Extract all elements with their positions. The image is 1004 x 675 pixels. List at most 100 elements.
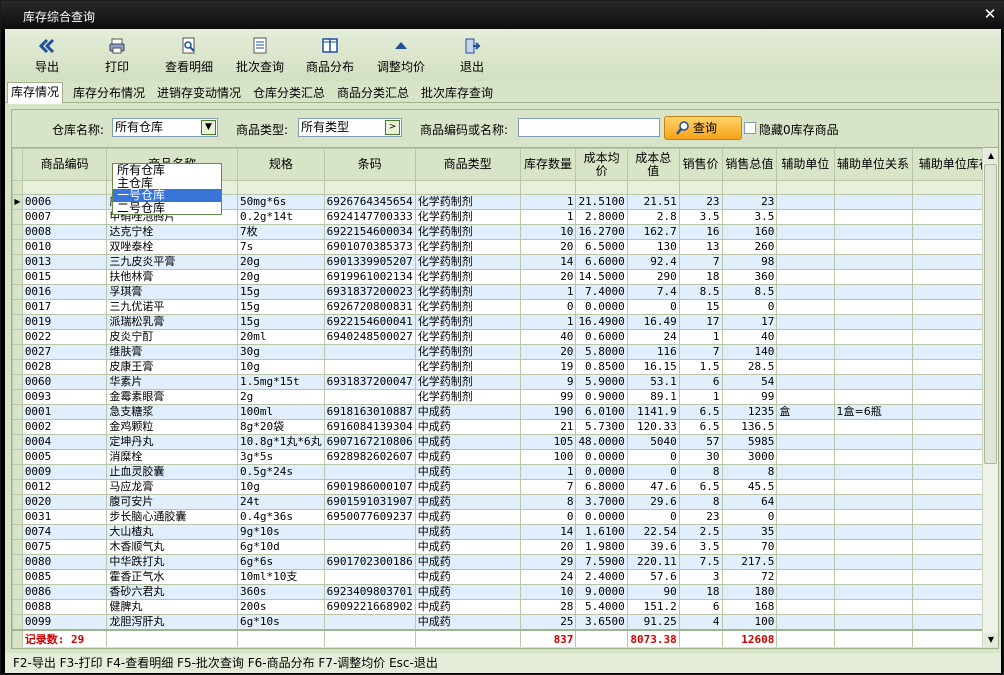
table-cell[interactable]: 0.0000 — [575, 449, 628, 465]
table-row[interactable]: 0031 步长脑心通胶囊 0.4g*36s 6950077609237 中成药 0 0.00… — [12, 509, 998, 525]
table-cell[interactable]: 6901339905207 — [323, 254, 416, 270]
tab-inventory-status[interactable]: 库存情况 — [7, 82, 64, 104]
table-cell[interactable]: 6.0100 — [575, 404, 628, 420]
table-cell[interactable]: 健脾丸 — [106, 599, 239, 615]
table-cell[interactable] — [833, 494, 913, 510]
table-cell[interactable]: 116 — [626, 344, 680, 360]
table-cell[interactable]: 1.9800 — [575, 539, 628, 555]
table-cell[interactable]: 260 — [721, 239, 778, 255]
table-cell[interactable]: 6.5 — [678, 404, 723, 420]
table-cell[interactable]: 18 — [678, 269, 723, 285]
table-cell[interactable]: 0019 — [21, 314, 108, 330]
table-cell[interactable]: 3.6500 — [575, 614, 628, 631]
table-cell[interactable]: 6926764345654 — [323, 194, 416, 210]
table-cell[interactable]: 24t — [237, 494, 325, 510]
table-cell[interactable]: 0020 — [21, 494, 108, 510]
table-cell[interactable] — [776, 554, 835, 570]
table-cell[interactable] — [776, 269, 835, 285]
table-cell[interactable]: 大山楂丸 — [106, 524, 239, 540]
table-cell[interactable]: 5040 — [626, 434, 680, 450]
table-cell[interactable]: 70 — [721, 539, 778, 555]
table-cell[interactable]: 2.4000 — [575, 569, 628, 585]
table-cell[interactable] — [323, 344, 416, 360]
table-cell[interactable]: 木香顺气丸 — [106, 539, 239, 555]
table-cell[interactable]: 中成药 — [414, 554, 521, 570]
column-header[interactable]: 销售总值 — [721, 148, 778, 181]
tab-inventory-distribution[interactable]: 库存分布情况 — [69, 83, 149, 103]
table-cell[interactable]: 9.0000 — [575, 584, 628, 600]
table-cell[interactable]: 6901986000107 — [323, 479, 416, 495]
table-cell[interactable]: 0007 — [21, 209, 108, 225]
table-cell[interactable]: 化学药制剂 — [414, 254, 521, 270]
table-cell[interactable]: 中成药 — [414, 569, 521, 585]
table-cell[interactable]: 0088 — [21, 599, 108, 615]
table-cell[interactable]: 6918163010887 — [323, 404, 416, 420]
table-cell[interactable]: 0 — [519, 299, 577, 315]
table-cell[interactable]: 0 — [721, 299, 778, 315]
table-cell[interactable]: 23 — [721, 194, 778, 210]
table-cell[interactable] — [833, 359, 913, 375]
table-cell[interactable]: 中成药 — [414, 404, 521, 420]
table-cell[interactable]: 5.8000 — [575, 344, 628, 360]
table-cell[interactable]: 23 — [678, 194, 723, 210]
table-cell[interactable]: 0013 — [21, 254, 108, 270]
table-cell[interactable]: 龙胆泻肝丸 — [106, 614, 239, 631]
table-cell[interactable]: 止血灵胶囊 — [106, 464, 239, 480]
table-cell[interactable]: 中成药 — [414, 539, 521, 555]
table-cell[interactable]: 皮炎宁酊 — [106, 329, 239, 345]
table-cell[interactable]: 6.6000 — [575, 254, 628, 270]
table-cell[interactable]: 6919961002134 — [323, 269, 416, 285]
table-cell[interactable]: 6907167210806 — [323, 434, 416, 450]
tab-batch-inventory[interactable]: 批次库存查询 — [417, 83, 497, 103]
table-cell[interactable]: 7枚 — [237, 224, 325, 240]
table-row[interactable]: 0080 中华跌打丸 6g*6s 6901702300186 中成药 29 7.5900 22… — [12, 554, 998, 570]
table-cell[interactable]: 200s — [237, 599, 325, 615]
table-cell[interactable] — [776, 239, 835, 255]
table-cell[interactable]: 1 — [519, 194, 577, 210]
table-cell[interactable]: 7.4 — [626, 284, 680, 300]
table-cell[interactable] — [776, 524, 835, 540]
table-cell[interactable]: 16.15 — [626, 359, 680, 375]
table-cell[interactable]: 化学药制剂 — [414, 239, 521, 255]
table-cell[interactable]: 中成药 — [414, 449, 521, 465]
table-cell[interactable]: 化学药制剂 — [414, 209, 521, 225]
table-cell[interactable]: 20g — [237, 269, 325, 285]
table-cell[interactable]: 50mg*6s — [237, 194, 325, 210]
table-cell[interactable]: 0016 — [21, 284, 108, 300]
table-cell[interactable]: 0 — [626, 299, 680, 315]
table-cell[interactable]: 0075 — [21, 539, 108, 555]
table-cell[interactable] — [833, 539, 913, 555]
table-row[interactable]: 0015 扶他林膏 20g 6919961002134 化学药制剂 20 14.5000 29… — [12, 269, 998, 285]
column-header[interactable]: 条码 — [323, 148, 416, 181]
table-cell[interactable]: 三九优诺平 — [106, 299, 239, 315]
table-cell[interactable] — [323, 389, 416, 405]
table-cell[interactable]: 1盒=6瓶 — [833, 404, 913, 420]
table-cell[interactable]: 16 — [678, 224, 723, 240]
table-cell[interactable]: 15g — [237, 314, 325, 330]
table-cell[interactable]: 0 — [626, 509, 680, 525]
table-cell[interactable]: 扶他林膏 — [106, 269, 239, 285]
table-cell[interactable] — [323, 524, 416, 540]
table-cell[interactable]: 48.0000 — [575, 434, 628, 450]
column-header[interactable]: 辅助单位 — [776, 148, 835, 181]
table-cell[interactable]: 0001 — [21, 404, 108, 420]
table-cell[interactable]: 6940248500027 — [323, 329, 416, 345]
table-cell[interactable]: 8 — [721, 464, 778, 480]
table-cell[interactable]: 步长脑心通胶囊 — [106, 509, 239, 525]
table-cell[interactable]: 4 — [678, 614, 723, 631]
table-cell[interactable]: 0 — [626, 449, 680, 465]
column-header[interactable]: 商品类型 — [414, 148, 521, 181]
table-cell[interactable]: 0017 — [21, 299, 108, 315]
filter-cell[interactable] — [833, 180, 913, 195]
table-cell[interactable]: 华素片 — [106, 374, 239, 390]
table-cell[interactable]: 20 — [519, 344, 577, 360]
table-cell[interactable]: 双唑泰栓 — [106, 239, 239, 255]
table-cell[interactable]: 0099 — [21, 614, 108, 631]
table-cell[interactable] — [833, 479, 913, 495]
table-cell[interactable] — [833, 254, 913, 270]
table-cell[interactable]: 0009 — [21, 464, 108, 480]
batch-query-button[interactable]: 批次查询 — [232, 37, 288, 77]
table-cell[interactable]: 28.5 — [721, 359, 778, 375]
table-cell[interactable]: 25 — [519, 614, 577, 631]
table-cell[interactable]: 6901070385373 — [323, 239, 416, 255]
